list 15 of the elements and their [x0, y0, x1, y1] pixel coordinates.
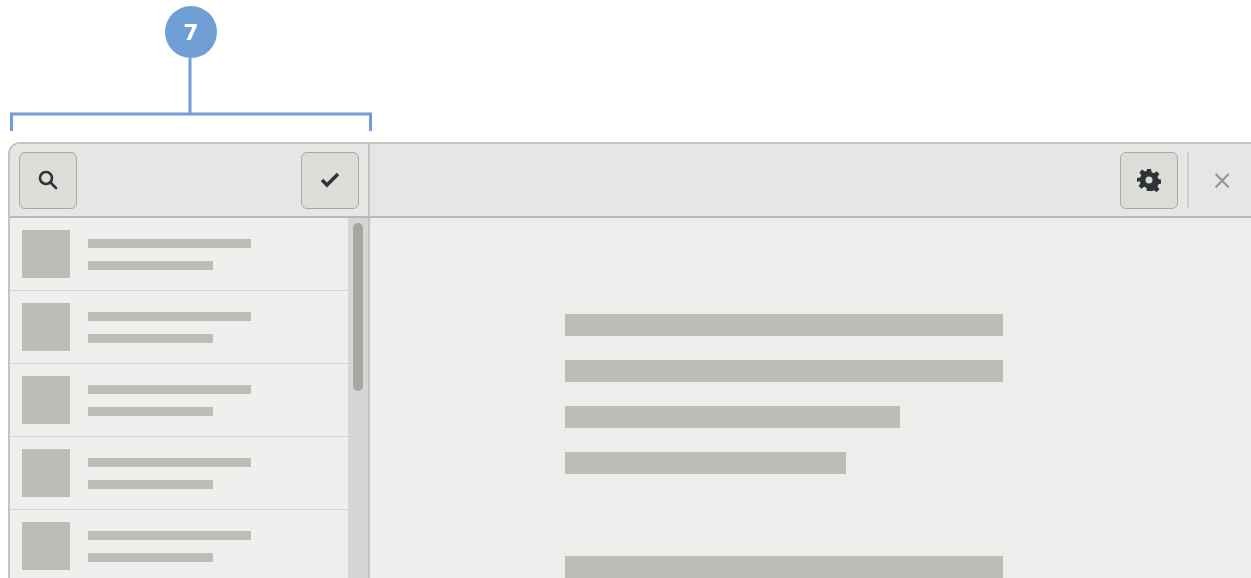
thumbnail-placeholder: [22, 376, 70, 424]
thumbnail-placeholder: [22, 522, 70, 570]
thumbnail-placeholder: [22, 449, 70, 497]
search-icon: [37, 169, 59, 191]
scrollbar-thumb[interactable]: [353, 223, 363, 391]
thumbnail-placeholder: [22, 303, 70, 351]
settings-icon: [1137, 168, 1162, 192]
check-icon: [320, 172, 340, 188]
close-button[interactable]: ×: [1203, 167, 1241, 193]
thumbnail-placeholder: [22, 230, 70, 278]
callout-badge: 7: [165, 6, 217, 58]
settings-button[interactable]: [1120, 151, 1179, 209]
search-button[interactable]: [19, 151, 77, 209]
scrollbar[interactable]: [348, 218, 368, 578]
confirm-button[interactable]: [301, 151, 359, 209]
